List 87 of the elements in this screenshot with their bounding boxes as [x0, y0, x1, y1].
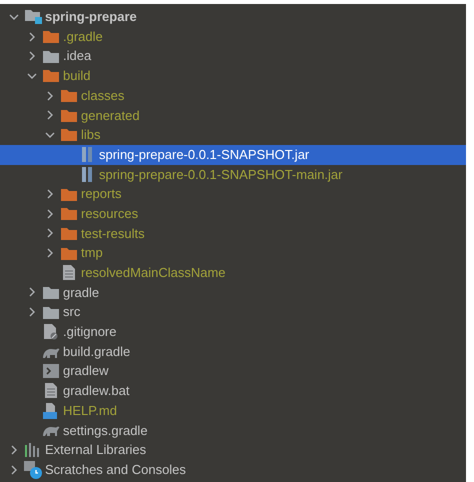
folder-icon: [61, 246, 77, 260]
tree-row[interactable]: build: [0, 66, 466, 86]
folder-icon: [43, 50, 59, 63]
folder-icon: [43, 286, 59, 299]
tree-row[interactable]: test-results: [0, 224, 466, 244]
item-label: .idea: [63, 47, 92, 66]
file-icon: [45, 383, 57, 398]
tree-row[interactable]: resources: [0, 204, 466, 224]
tree-row[interactable]: resolvedMainClassName: [0, 262, 466, 283]
folder-icon: [61, 226, 77, 240]
item-label: gradlew: [63, 362, 109, 380]
chevron-right-icon[interactable]: [47, 189, 53, 200]
chevron-right-icon[interactable]: [47, 110, 53, 120]
tree-row[interactable]: classes: [0, 86, 466, 106]
tree-row[interactable]: gradlew.bat: [0, 381, 466, 401]
item-label: tmp: [81, 244, 103, 262]
tree-row[interactable]: spring-prepare-0.0.1-SNAPSHOT.jar: [0, 144, 466, 164]
module-folder-icon: [24, 9, 42, 24]
tree-row[interactable]: src: [0, 302, 466, 322]
folder-icon: [43, 30, 59, 44]
elephant-icon: [42, 346, 60, 358]
chevron-down-icon[interactable]: [9, 14, 19, 20]
tree-row[interactable]: tmp: [0, 243, 466, 263]
tree-row[interactable]: Scratches and Consoles: [0, 460, 466, 480]
jar-icon: [81, 166, 93, 182]
item-label: spring-prepare-0.0.1-SNAPSHOT.jar: [99, 146, 310, 164]
folder-icon: [61, 89, 77, 102]
tree-row[interactable]: spring-prepare-0.0.1-SNAPSHOT-main.jar: [0, 164, 466, 184]
item-label: resources: [81, 204, 138, 223]
tree-row[interactable]: .idea: [0, 46, 466, 66]
item-label: test-results: [81, 224, 145, 243]
item-label: settings.gradle: [63, 422, 148, 440]
item-label: build: [63, 67, 90, 86]
item-label: gradle: [63, 284, 100, 302]
tree-row[interactable]: settings.gradle: [0, 420, 466, 440]
tree-row[interactable]: spring-prepare: [0, 7, 466, 27]
chevron-right-icon[interactable]: [29, 32, 35, 42]
item-label: reports: [81, 185, 122, 204]
chevron-right-icon[interactable]: [47, 248, 53, 258]
tree-row[interactable]: .gradle: [0, 26, 466, 46]
tree-row[interactable]: .gitignore: [0, 322, 466, 342]
elephant-icon: [42, 424, 60, 436]
folder-icon: [61, 108, 77, 122]
item-label: .gitignore: [63, 323, 116, 342]
tree-row[interactable]: External Libraries: [0, 440, 466, 460]
item-label: Scratches and Consoles: [45, 460, 186, 479]
tree-row[interactable]: HELP.md: [0, 400, 466, 420]
chevron-right-icon[interactable]: [11, 464, 17, 475]
item-label: gradlew.bat: [63, 382, 130, 400]
chevron-right-icon[interactable]: [29, 51, 35, 62]
chevron-right-icon[interactable]: [11, 444, 17, 455]
folder-icon: [61, 207, 77, 220]
chevron-right-icon[interactable]: [47, 208, 53, 219]
item-label: resolvedMainClassName: [81, 264, 226, 282]
item-label: classes: [81, 86, 124, 105]
chevron-right-icon[interactable]: [29, 307, 35, 318]
item-label: .gradle: [63, 28, 103, 46]
ignored-file-icon: [44, 324, 58, 340]
markdown-file-icon: [43, 402, 59, 419]
item-label: spring-prepare: [45, 8, 137, 26]
folder-icon: [61, 128, 77, 142]
chevron-down-icon[interactable]: [45, 132, 55, 138]
item-label: spring-prepare-0.0.1-SNAPSHOT-main.jar: [99, 166, 342, 184]
chevron-right-icon[interactable]: [47, 228, 53, 238]
folder-icon: [43, 69, 59, 82]
chevron-right-icon[interactable]: [29, 287, 35, 298]
tree-row[interactable]: reports: [0, 184, 466, 204]
tree-row[interactable]: gradlew: [0, 361, 466, 382]
folder-icon: [61, 188, 77, 201]
tree-row[interactable]: build.gradle: [0, 342, 466, 362]
item-label: src: [63, 303, 80, 322]
item-label: libs: [81, 126, 101, 144]
jar-icon: [81, 147, 93, 162]
item-label: build.gradle: [63, 342, 130, 361]
tree-row[interactable]: libs: [0, 125, 466, 145]
scratches-icon: [24, 460, 42, 479]
item-label: HELP.md: [63, 402, 117, 420]
tree-row[interactable]: gradle: [0, 282, 466, 302]
chevron-down-icon[interactable]: [27, 72, 37, 79]
terminal-icon: [43, 364, 59, 378]
folder-icon: [43, 306, 59, 319]
chevron-right-icon[interactable]: [47, 90, 53, 101]
libraries-icon: [25, 442, 41, 457]
item-label: generated: [81, 106, 140, 125]
tree-row[interactable]: generated: [0, 105, 466, 126]
item-label: External Libraries: [45, 441, 146, 460]
file-icon: [63, 265, 75, 280]
